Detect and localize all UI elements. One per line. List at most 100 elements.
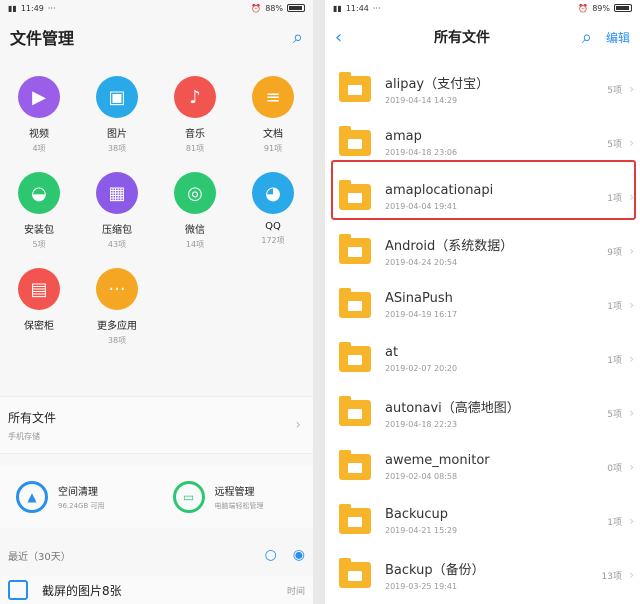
all-files-title: 所有文件 [8, 411, 57, 425]
category-count: 38项 [107, 144, 127, 153]
status-bar: ▮▮ 11:49 ··· ⏰ 88% [0, 0, 313, 16]
all-files-row[interactable]: 所有文件 手机存储 › [0, 396, 313, 454]
folder-date: 2019-04-24 20:54 [385, 258, 458, 267]
category-name: 压缩包 [102, 225, 132, 236]
folder-row[interactable]: Backucup 2019-04-21 15:29 1项 › [325, 494, 640, 548]
category-1[interactable]: ▣ 图片 38项 [78, 76, 156, 164]
document-icon: ≡ [252, 76, 294, 118]
search-icon[interactable]: ⌕ [582, 27, 592, 48]
edit-button[interactable]: 编辑 [606, 29, 630, 46]
folder-row[interactable]: amaplocationapi 2019-04-04 19:41 1项 › [325, 170, 640, 224]
folder-name: Android（系统数据） [385, 239, 514, 254]
folder-date: 2019-04-21 15:29 [385, 526, 458, 535]
all-files-subtitle: 手机存储 [8, 432, 40, 441]
music-icon: ♪ [174, 76, 216, 118]
folder-count: 1项 [607, 517, 622, 528]
more-dots-icon: ··· [372, 3, 381, 13]
folder-row[interactable]: amap 2019-04-18 23:06 5项 › [325, 116, 640, 170]
android-icon: ◒ [18, 172, 60, 214]
category-5[interactable]: ▦ 压缩包 43项 [78, 172, 156, 260]
folder-row[interactable]: Android（系统数据） 2019-04-24 20:54 9项 › [325, 224, 640, 278]
folder-icon [339, 342, 371, 372]
category-count: 81项 [185, 144, 205, 153]
wechat-icon: ◎ [174, 172, 216, 214]
space-cleanup-button[interactable]: ▲ 空间清理 96.24GB 可用 [0, 481, 157, 513]
category-count: 4项 [32, 144, 46, 153]
category-name: 图片 [107, 129, 127, 140]
recent-screenshots-row[interactable]: 截屏的图片8张 时间 [0, 576, 313, 604]
back-arrow-icon[interactable]: ‹ [335, 27, 342, 48]
folder-icon [339, 288, 371, 318]
battery-percent: 89% [592, 3, 610, 13]
folder-name: Backucup [385, 507, 449, 522]
circle-icon[interactable]: ○ [265, 547, 277, 563]
category-name: QQ [265, 221, 281, 232]
folder-date: 2019-02-04 08:58 [385, 472, 458, 481]
category-count: 14项 [185, 240, 205, 249]
folder-count: 0项 [607, 463, 622, 474]
chevron-right-icon: › [629, 514, 634, 528]
remote-manage-button[interactable]: ▭ 远程管理 电脑端轻松管理 [157, 481, 314, 513]
category-9[interactable]: ··· 更多应用 38项 [78, 268, 156, 356]
remote-manage-sub: 电脑端轻松管理 [214, 502, 264, 510]
folder-icon [339, 450, 371, 480]
category-0[interactable]: ▶ 视频 4项 [0, 76, 78, 164]
category-count: 43项 [107, 240, 127, 249]
safe-icon: ▤ [18, 268, 60, 310]
chevron-right-icon: › [629, 298, 634, 312]
all-files-screen: ▮▮ 11:44 ··· ⏰ 89% ‹ 所有文件 ⌕ 编辑 alipay（支付宝） 2… [325, 0, 640, 604]
search-icon[interactable]: ⌕ [293, 27, 303, 48]
status-time: 11:49 [20, 3, 44, 13]
category-name: 保密柜 [24, 321, 54, 332]
chevron-right-icon: › [629, 82, 634, 96]
folder-count: 9项 [607, 247, 622, 258]
category-3[interactable]: ≡ 文档 91项 [234, 76, 312, 164]
folder-row[interactable]: aweme_monitor 2019-02-04 08:58 0项 › [325, 440, 640, 494]
folder-icon [339, 72, 371, 102]
folder-icon [339, 396, 371, 426]
broom-icon: ▲ [16, 481, 48, 513]
chevron-right-icon: › [629, 244, 634, 258]
chevron-right-icon: › [629, 568, 634, 582]
folder-row[interactable]: at 2019-02-07 20:20 1项 › [325, 332, 640, 386]
folder-name: amap [385, 129, 422, 144]
folder-row[interactable]: ASinaPush 2019-04-19 16:17 1项 › [325, 278, 640, 332]
eye-icon[interactable]: ◉ [293, 547, 305, 563]
category-grid: ▶ 视频 4项 ▣ 图片 38项 ♪ 音乐 81项 ≡ 文档 91项 ◒ 安装包 5项 ▦ 压缩包 43项 ◎ 微信 1… [0, 58, 313, 356]
folder-name: autonavi（高德地图） [385, 401, 520, 416]
folder-icon [339, 558, 371, 588]
folder-count: 5项 [607, 139, 622, 150]
more-dots-icon: ··· [47, 3, 56, 13]
category-7[interactable]: ◕ QQ 172项 [234, 172, 312, 260]
chevron-right-icon: › [629, 136, 634, 150]
page-title: 所有文件 [434, 30, 491, 46]
folder-row[interactable]: alipay（支付宝） 2019-04-14 14:29 5项 › [325, 62, 640, 116]
folder-row[interactable]: autonavi（高德地图） 2019-04-18 22:23 5项 › [325, 386, 640, 440]
chevron-right-icon: › [629, 352, 634, 366]
folder-count: 1项 [607, 355, 622, 366]
folder-row[interactable]: Backup（备份） 2019-03-25 19:41 13项 › [325, 548, 640, 602]
folder-date: 2019-04-04 19:41 [385, 202, 458, 211]
battery-percent: 88% [265, 3, 283, 13]
category-8[interactable]: ▤ 保密柜 [0, 268, 78, 356]
signal-icon: ▮▮ [333, 3, 342, 13]
folder-date: 2019-04-18 23:06 [385, 148, 458, 157]
monitor-icon: ▭ [172, 481, 205, 513]
category-2[interactable]: ♪ 音乐 81项 [156, 76, 234, 164]
category-count: 91项 [263, 144, 283, 153]
file-list: alipay（支付宝） 2019-04-14 14:29 5项 › amap 2019-0… [325, 62, 640, 602]
folder-count: 1项 [607, 301, 622, 312]
chevron-right-icon: › [629, 406, 634, 420]
category-count: 5项 [32, 240, 46, 249]
space-cleanup-label: 空间清理 [58, 487, 98, 498]
category-6[interactable]: ◎ 微信 14项 [156, 172, 234, 260]
qq-icon: ◕ [252, 172, 294, 214]
category-4[interactable]: ◒ 安装包 5项 [0, 172, 78, 260]
category-count: 38项 [107, 336, 127, 345]
category-name: 音乐 [185, 129, 205, 140]
signal-icon: ▮▮ [8, 3, 17, 13]
category-name: 视频 [29, 129, 49, 140]
folder-name: amaplocationapi [385, 183, 494, 198]
header: 文件管理 ⌕ [0, 16, 313, 58]
play-icon: ▶ [18, 76, 60, 118]
